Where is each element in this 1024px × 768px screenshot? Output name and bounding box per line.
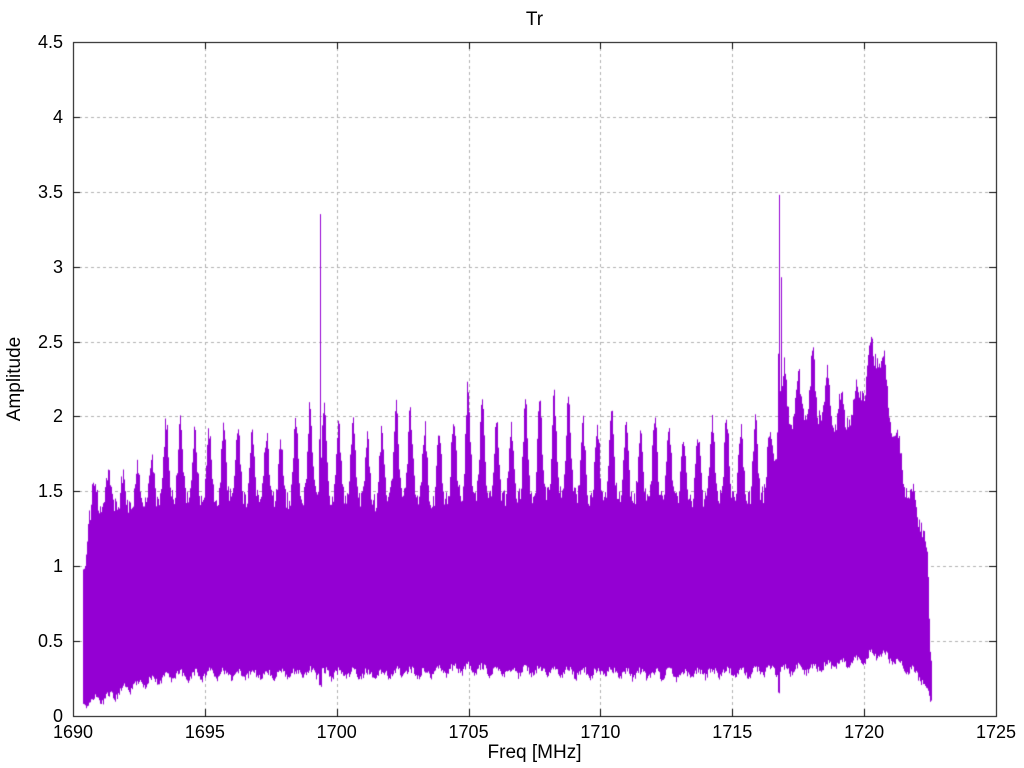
y-tick-label: 2 xyxy=(52,406,63,427)
x-axis-label: Freq [MHz] xyxy=(487,742,582,763)
plot-container: Tr Amplitude Freq [MHz] 1690 1695 1700 1705… xyxy=(0,0,1024,768)
x-tick-label: 1720 xyxy=(844,722,885,742)
x-tick-label: 1705 xyxy=(448,722,489,742)
y-tick-label: 1 xyxy=(52,556,63,577)
y-tick-label: 2.5 xyxy=(37,331,63,352)
chart-title: Tr xyxy=(525,9,544,30)
y-tick-label: 1.5 xyxy=(37,481,63,502)
x-tick-label: 1710 xyxy=(580,722,621,742)
spectrum-canvas xyxy=(0,0,1024,768)
x-tick-label: 1715 xyxy=(712,722,753,742)
x-tick-label: 1700 xyxy=(316,722,357,742)
y-tick-label: 3.5 xyxy=(37,181,63,202)
x-tick-label: 1695 xyxy=(184,722,225,742)
y-tick-label: 0.5 xyxy=(37,631,63,652)
y-tick-label: 3 xyxy=(52,256,63,277)
y-tick-label: 4 xyxy=(52,106,63,127)
x-tick-label: 1725 xyxy=(975,722,1017,742)
y-tick-label: 0 xyxy=(52,706,63,726)
y-tick-label: 4.5 xyxy=(37,32,63,52)
